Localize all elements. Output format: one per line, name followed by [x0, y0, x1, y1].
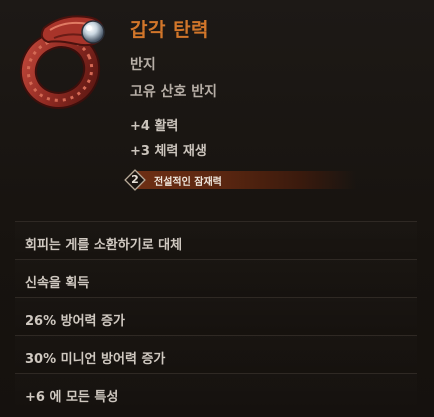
- implicit-stat-health-regen: +3 체력 재생: [130, 144, 207, 159]
- affix-row: +6 에 모든 특성: [15, 373, 417, 411]
- affix-text: 회피는 게를 소환하기로 대체: [25, 238, 183, 253]
- legendary-potential-label: 전설적인 잠재력: [154, 177, 222, 188]
- legendary-potential-level: 2: [131, 173, 139, 186]
- affix-list: 회피는 게를 소환하기로 대체 신속을 획득 26% 방어력 증가 30% 미니…: [15, 221, 417, 411]
- item-tooltip: 갑각 탄력 반지 고유 산호 반지 +4 활력 +3 체력 재생 2 전설적인 …: [0, 0, 434, 417]
- affix-text: 26% 방어력 증가: [25, 314, 125, 329]
- affix-row: 30% 미니언 방어력 증가: [15, 335, 417, 373]
- affix-text: +6 에 모든 특성: [25, 390, 119, 405]
- item-name: 갑각 탄력: [130, 19, 210, 41]
- affix-text: 30% 미니언 방어력 증가: [25, 352, 166, 367]
- item-type: 반지: [130, 57, 156, 73]
- affix-row: 회피는 게를 소환하기로 대체: [15, 221, 417, 259]
- affix-row: 신속을 획득: [15, 259, 417, 297]
- coral-ring-icon: [19, 15, 105, 109]
- affix-row: 26% 방어력 증가: [15, 297, 417, 335]
- implicit-stat-vitality: +4 활력: [130, 119, 179, 134]
- affix-text: 신속을 획득: [25, 276, 90, 291]
- legendary-potential: 2 전설적인 잠재력: [124, 169, 356, 191]
- item-rarity-subtype: 고유 산호 반지: [130, 84, 218, 100]
